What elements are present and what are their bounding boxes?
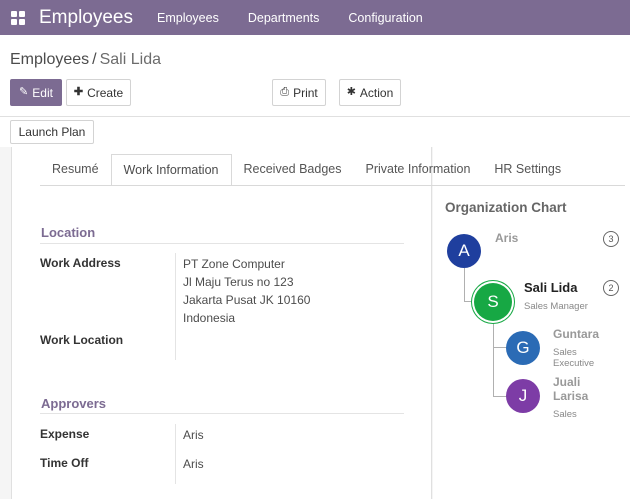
subordinate-initial: J <box>518 386 528 405</box>
print-button[interactable]: ⎙ Print <box>272 79 326 106</box>
expense-approver-value[interactable]: Aris <box>183 426 204 444</box>
notebook-tabs: Resumé Work Information Received Badges … <box>40 154 573 186</box>
subordinate-name[interactable]: Guntara <box>553 327 599 341</box>
menu-departments[interactable]: Departments <box>248 11 320 25</box>
work-address-label: Work Address <box>40 256 121 270</box>
org-connector-line <box>464 268 465 302</box>
launch-plan-button[interactable]: Launch Plan <box>10 120 94 144</box>
subordinate-initial: G <box>516 338 530 357</box>
location-section-title: Location <box>41 225 96 240</box>
tab-private-information[interactable]: Private Information <box>353 154 482 186</box>
manager-subordinate-count[interactable]: 3 <box>603 231 619 247</box>
create-button-label: Create <box>87 85 124 100</box>
breadcrumb-separator: / <box>92 51 97 68</box>
address-line: Jakarta Pusat JK 10160 <box>183 293 311 307</box>
edit-button-label: Edit <box>32 85 53 100</box>
approvers-field-separator <box>175 424 176 484</box>
tab-hr-settings[interactable]: HR Settings <box>482 154 573 186</box>
employee-subordinate-count[interactable]: 2 <box>603 280 619 296</box>
name-line: Juali <box>553 375 581 389</box>
breadcrumb: Employees / Sali Lida <box>10 51 161 69</box>
manager-avatar[interactable]: A <box>447 234 481 268</box>
launch-plan-label: Launch Plan <box>18 125 86 139</box>
job-line: Executive <box>553 358 595 369</box>
employee-name: Sali Lida <box>524 280 578 295</box>
org-connector-line <box>493 347 507 348</box>
approvers-section-rule <box>40 413 404 414</box>
gear-icon: ✱ <box>346 86 356 98</box>
expense-label: Expense <box>40 427 90 441</box>
tabs-baseline <box>40 185 625 186</box>
pencil-icon: ✎ <box>19 86 29 98</box>
tab-work-information[interactable]: Work Information <box>110 154 232 186</box>
location-field-separator <box>175 253 176 360</box>
job-line: Sales <box>553 347 577 358</box>
work-location-label: Work Location <box>40 333 124 347</box>
job-line: Sales <box>553 409 577 420</box>
printer-icon: ⎙ <box>280 86 290 98</box>
work-address-value[interactable]: PT Zone Computer Jl Maju Terus no 123 Ja… <box>183 255 310 327</box>
employee-initial: S <box>487 292 499 311</box>
address-line: Indonesia <box>183 311 236 325</box>
org-chart-title: Organization Chart <box>445 200 567 215</box>
print-button-label: Print <box>293 85 318 100</box>
apps-grid-icon[interactable] <box>11 10 25 25</box>
org-connector-line <box>493 319 494 397</box>
app-title[interactable]: Employees <box>39 7 133 29</box>
time-off-label: Time Off <box>40 456 89 470</box>
action-button-label: Action <box>359 85 394 100</box>
time-off-approver-value[interactable]: Aris <box>183 455 204 473</box>
subordinate-avatar[interactable]: J <box>506 379 540 413</box>
manager-name[interactable]: Aris <box>495 231 518 245</box>
create-button[interactable]: ✚ Create <box>66 79 131 106</box>
name-line: Larisa <box>553 389 589 403</box>
employee-avatar: S <box>474 283 512 321</box>
address-line: Jl Maju Terus no 123 <box>183 275 294 289</box>
org-connector-line <box>493 396 507 397</box>
approvers-section-title: Approvers <box>41 396 107 411</box>
employee-job-title: Sales Manager <box>524 301 588 312</box>
menu-employees[interactable]: Employees <box>157 11 219 25</box>
address-line: PT Zone Computer <box>183 257 285 271</box>
breadcrumb-employees-link[interactable]: Employees <box>10 51 89 68</box>
control-panel-divider <box>0 116 630 117</box>
menu-configuration[interactable]: Configuration <box>348 11 422 25</box>
subordinate-job-title: Sales <box>553 409 577 420</box>
top-navbar: Employees Employees Departments Configur… <box>0 0 630 35</box>
manager-initial: A <box>458 241 470 260</box>
tab-received-badges[interactable]: Received Badges <box>232 154 354 186</box>
edit-button[interactable]: ✎ Edit <box>10 79 62 106</box>
location-section-rule <box>40 243 404 244</box>
subordinate-job-title: Sales Executive <box>553 347 594 369</box>
plus-icon: ✚ <box>73 86 84 98</box>
subordinate-avatar[interactable]: G <box>506 331 540 365</box>
tab-resume[interactable]: Resumé <box>40 154 111 186</box>
breadcrumb-current: Sali Lida <box>99 51 161 68</box>
action-button[interactable]: ✱ Action <box>339 79 401 106</box>
subordinate-name[interactable]: Juali Larisa <box>553 375 588 403</box>
